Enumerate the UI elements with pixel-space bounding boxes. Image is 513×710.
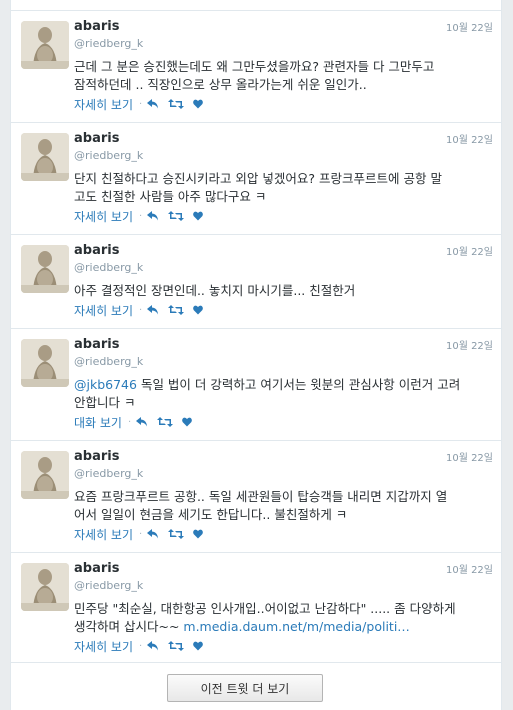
tweet-actions: 자세히 보기 ·	[74, 207, 212, 225]
reply-icon[interactable]	[147, 305, 159, 315]
author-handle[interactable]: @riedberg_k	[74, 467, 143, 480]
separator-dot: ·	[139, 98, 143, 110]
avatar[interactable]	[21, 21, 69, 69]
tweet-text-line: 근데 그 분은 승진했는데도 왜 그만두셨을까요? 관련자들 다 그만두고	[74, 59, 435, 74]
tweet-text: 아주 결정적인 장면인데.. 놓치지 마시기를... 친절한거	[74, 282, 498, 300]
tweet-text-line: 어서 일일이 현금을 세기도 한답니다.. 불친절하게 ㅋ	[74, 507, 348, 522]
author-name[interactable]: abaris	[74, 131, 119, 146]
tweet-date[interactable]: 10월 22일	[446, 243, 493, 258]
tweet-actions: 자세히 보기 ·	[74, 95, 212, 113]
like-icon[interactable]	[193, 99, 204, 109]
tweet-date[interactable]: 10월 22일	[446, 337, 493, 352]
tweet-text: 단지 친절하다고 승진시키라고 외압 넣겠어요? 프랑크푸르트에 공항 말고도 …	[74, 170, 498, 206]
separator-dot: ·	[139, 528, 143, 540]
like-icon[interactable]	[193, 641, 204, 651]
tweet-text-line: 고도 친절한 사람들 아주 많다구요 ㅋ	[74, 189, 267, 204]
separator-dot: ·	[139, 304, 143, 316]
tweet-actions: 자세히 보기 ·	[74, 301, 212, 319]
load-more-button[interactable]: 이전 트윗 더 보기	[167, 674, 323, 702]
avatar[interactable]	[21, 133, 69, 181]
details-link[interactable]: 자세히 보기	[74, 302, 133, 319]
tweet-text-line: 안합니다 ㅋ	[74, 395, 136, 410]
tweet-date[interactable]: 10월 22일	[446, 19, 493, 34]
author-name[interactable]: abaris	[74, 337, 119, 352]
tweet: abaris @riedberg_k 10월 22일 근데 그 분은 승진했는데…	[11, 11, 501, 123]
tweet-date[interactable]: 10월 22일	[446, 131, 493, 146]
reply-icon[interactable]	[147, 99, 159, 109]
author-name[interactable]: abaris	[74, 19, 119, 34]
retweet-icon[interactable]	[168, 211, 185, 221]
tweet: abaris @riedberg_k 10월 22일 민주당 "최순실, 대한항…	[11, 553, 501, 663]
tweet-text-line: 단지 친절하다고 승진시키라고 외압 넣겠어요? 프랑크푸르트에 공항 말	[74, 171, 442, 186]
tweet-feed: abaris @riedberg_k 10월 22일 근데 그 분은 승진했는데…	[10, 0, 502, 710]
details-link[interactable]: 자세히 보기	[74, 638, 133, 655]
retweet-icon[interactable]	[157, 417, 174, 427]
like-icon[interactable]	[193, 529, 204, 539]
tweet: abaris @riedberg_k 10월 22일 요즘 프랑크푸르트 공항.…	[11, 441, 501, 553]
reply-icon[interactable]	[136, 417, 148, 427]
details-link[interactable]: 자세히 보기	[74, 208, 133, 225]
tweet-text-line: 독일 법이 더 강력하고 여기서는 윗분의 관심사항 이런거 고려	[136, 377, 461, 392]
retweet-icon[interactable]	[168, 305, 185, 315]
separator-dot: ·	[127, 416, 132, 428]
like-icon[interactable]	[182, 417, 193, 427]
avatar[interactable]	[21, 339, 69, 387]
tweet-actions: 자세히 보기 ·	[74, 637, 212, 655]
author-name[interactable]: abaris	[74, 449, 119, 464]
details-link[interactable]: 자세히 보기	[74, 526, 133, 543]
details-link[interactable]: 대화 보기	[74, 414, 122, 431]
reply-icon[interactable]	[147, 641, 159, 651]
like-icon[interactable]	[193, 305, 204, 315]
tweet-text: 요즘 프랑크푸르트 공항.. 독일 세관원들이 탑승객들 내리면 지갑까지 열어…	[74, 488, 498, 524]
avatar[interactable]	[21, 563, 69, 611]
mention-link[interactable]: @jkb6746	[74, 377, 137, 392]
author-handle[interactable]: @riedberg_k	[74, 579, 143, 592]
tweet-text-line: 요즘 프랑크푸르트 공항.. 독일 세관원들이 탑승객들 내리면 지갑까지 열	[74, 489, 448, 504]
tweet-text-line: 생각하며 삽시다~~	[74, 619, 184, 634]
retweet-icon[interactable]	[168, 641, 185, 651]
tweet-actions: 대화 보기 ·	[74, 413, 201, 431]
tweet: abaris @riedberg_k 10월 22일 @jkb6746 독일 법…	[11, 329, 501, 441]
tweet-text-line: 민주당 "최순실, 대한항공 인사개입..어이없고 난감하다" ..... 좀 …	[74, 601, 456, 616]
tweet-actions: 자세히 보기 ·	[74, 525, 212, 543]
author-name[interactable]: abaris	[74, 243, 119, 258]
tweet-date[interactable]: 10월 22일	[446, 449, 493, 464]
author-handle[interactable]: @riedberg_k	[74, 355, 143, 368]
tweet-text: 민주당 "최순실, 대한항공 인사개입..어이없고 난감하다" ..... 좀 …	[74, 600, 498, 636]
author-handle[interactable]: @riedberg_k	[74, 261, 143, 274]
author-name[interactable]: abaris	[74, 561, 119, 576]
reply-icon[interactable]	[147, 211, 159, 221]
tweet-date[interactable]: 10월 22일	[446, 561, 493, 576]
retweet-icon[interactable]	[168, 529, 185, 539]
tweet-text: @jkb6746 독일 법이 더 강력하고 여기서는 윗분의 관심사항 이런거 …	[74, 376, 498, 412]
like-icon[interactable]	[193, 211, 204, 221]
separator-dot: ·	[139, 640, 143, 652]
tweet-text-line: 잠적하던데 .. 직장인으로 상무 올라가는게 쉬운 일인가..	[74, 77, 367, 92]
tweet: abaris @riedberg_k 10월 22일 단지 친절하다고 승진시키…	[11, 123, 501, 235]
tweet-text-line: 아주 결정적인 장면인데.. 놓치지 마시기를... 친절한거	[74, 283, 356, 298]
avatar[interactable]	[21, 245, 69, 293]
author-handle[interactable]: @riedberg_k	[74, 37, 143, 50]
author-handle[interactable]: @riedberg_k	[74, 149, 143, 162]
url-link[interactable]: m.media.daum.net/m/media/politi…	[183, 619, 409, 634]
avatar[interactable]	[21, 451, 69, 499]
details-link[interactable]: 자세히 보기	[74, 96, 133, 113]
separator-dot: ·	[139, 210, 143, 222]
tweet: abaris @riedberg_k 10월 22일 아주 결정적인 장면인데.…	[11, 235, 501, 329]
tweet-text: 근데 그 분은 승진했는데도 왜 그만두셨을까요? 관련자들 다 그만두고잠적하…	[74, 58, 498, 94]
retweet-icon[interactable]	[168, 99, 185, 109]
reply-icon[interactable]	[147, 529, 159, 539]
